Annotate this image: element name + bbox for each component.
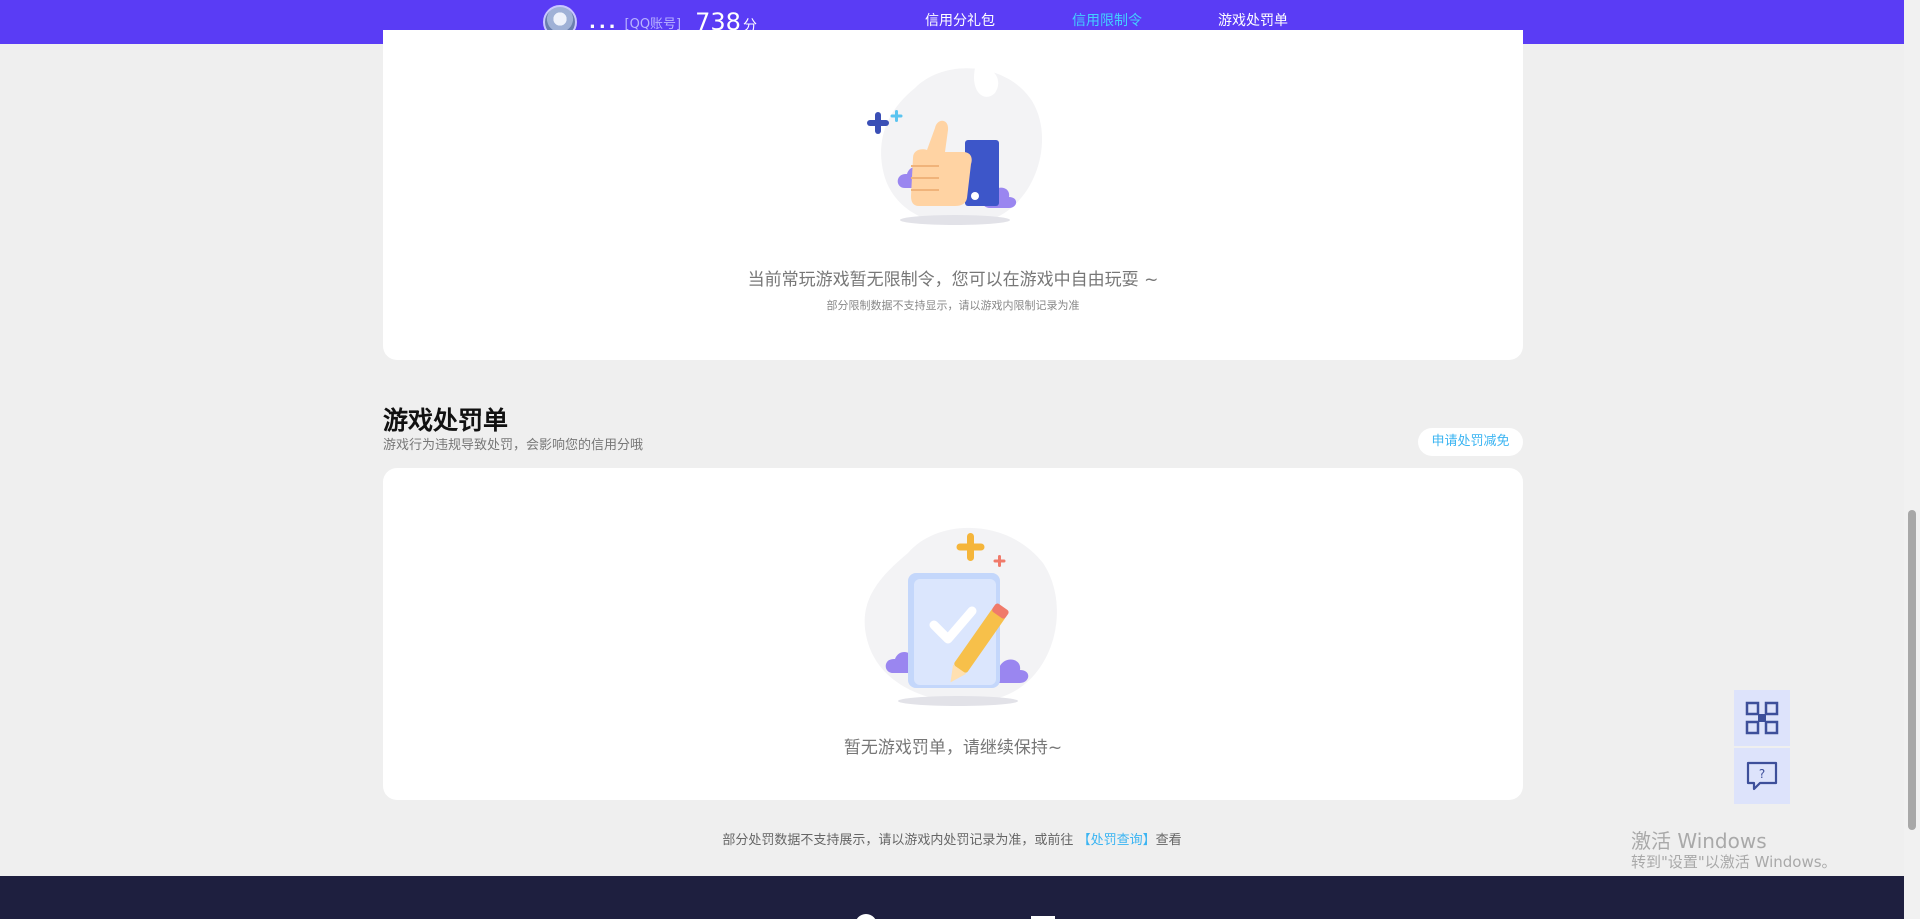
penalty-empty-message: 暂无游戏罚单，请继续保持~ xyxy=(843,738,1063,758)
penalty-section-description: 游戏行为违规导致处罚，会影响您的信用分哦 xyxy=(383,438,644,453)
penalty-section-title: 游戏处罚单 xyxy=(383,406,509,435)
svg-text:?: ? xyxy=(1759,767,1765,781)
restriction-note: 部分限制数据不支持显示，请以游戏内限制记录为准 xyxy=(826,299,1080,312)
clipboard-check-illustration xyxy=(864,527,1057,706)
restriction-empty-message: 当前常玩游戏暂无限制令，您可以在游戏中自由玩耍 ~ xyxy=(747,270,1159,290)
footer-note-text: 部分处罚数据不支持展示，请以游戏内处罚记录为准，或前往 xyxy=(722,833,1074,848)
penalty-footer-note: 部分处罚数据不支持展示，请以游戏内处罚记录为准，或前往 【处罚查询】查看 xyxy=(0,829,1904,848)
windows-activation-hint: 转到"设置"以激活 Windows。 xyxy=(1631,853,1837,871)
site-footer xyxy=(0,876,1904,919)
penalty-query-link[interactable]: 【处罚查询】 xyxy=(1078,833,1156,848)
qr-code-button[interactable] xyxy=(1734,690,1790,746)
apply-penalty-reduction-button[interactable]: 申请处罚减免 xyxy=(1418,428,1523,456)
account-type: [QQ账号] xyxy=(624,16,682,32)
footer-logo-circle xyxy=(855,914,877,919)
penalty-card: 暂无游戏罚单，请继续保持~ xyxy=(383,468,1523,800)
help-chat-icon: ? xyxy=(1746,761,1778,791)
scrollbar-thumb[interactable] xyxy=(1908,510,1916,830)
help-button[interactable]: ? xyxy=(1734,748,1790,804)
page-scrollbar[interactable] xyxy=(1904,0,1920,919)
footer-note-suffix: 查看 xyxy=(1155,833,1182,848)
restriction-card: 当前常玩游戏暂无限制令，您可以在游戏中自由玩耍 ~ 部分限制数据不支持显示，请以… xyxy=(383,30,1523,360)
windows-activation-title: 激活 Windows xyxy=(1631,829,1767,853)
thumbs-up-illustration xyxy=(867,67,1043,225)
qr-code-icon xyxy=(1745,701,1779,735)
